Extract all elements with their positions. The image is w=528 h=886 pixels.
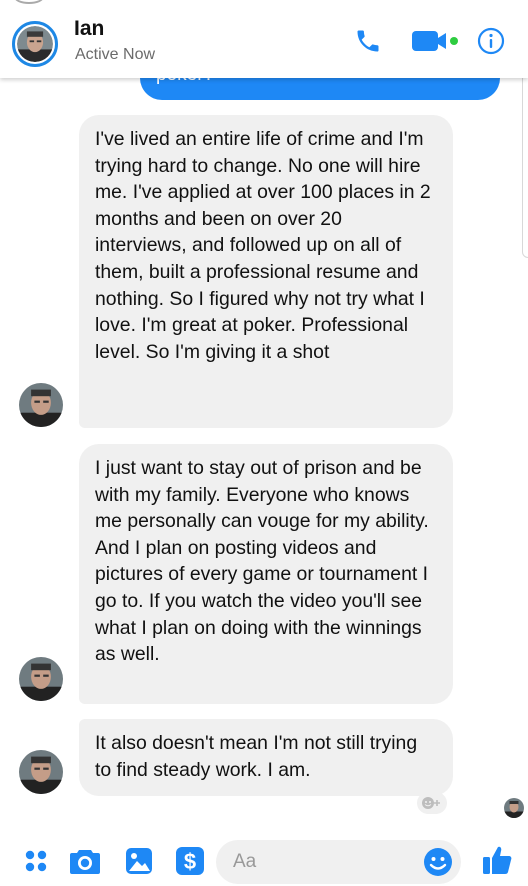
phone-icon[interactable] [351,24,385,58]
incoming-message[interactable]: It also doesn't mean I'm not still tryin… [79,719,453,796]
svg-text:$: $ [184,849,196,874]
sender-avatar[interactable] [19,750,63,794]
read-receipt-avatar [504,798,524,818]
message-input[interactable] [233,850,423,874]
info-icon[interactable] [474,24,508,58]
message-composer: $ [0,832,528,886]
camera-icon[interactable] [69,845,101,877]
more-icon[interactable] [20,845,52,877]
conversation-header: Ian Active Now [0,0,528,78]
emoji-icon[interactable] [423,847,453,877]
thumbs-up-icon[interactable] [480,843,514,877]
incoming-message[interactable]: I just want to stay out of prison and be… [79,444,453,704]
status-bar-fragment [14,0,44,4]
contact-avatar[interactable] [12,21,58,67]
payment-icon[interactable]: $ [174,845,206,877]
gallery-icon[interactable] [123,845,155,877]
sender-avatar[interactable] [19,383,63,427]
avatar-photo [17,26,53,62]
video-camera-icon[interactable] [408,24,464,58]
sender-avatar[interactable] [19,657,63,701]
contact-name[interactable]: Ian [74,17,104,41]
message-input-container[interactable] [216,840,461,884]
active-status: Active Now [75,46,156,63]
incoming-message[interactable]: I've lived an entire life of crime and I… [79,115,453,428]
add-reaction-icon[interactable] [417,792,447,814]
